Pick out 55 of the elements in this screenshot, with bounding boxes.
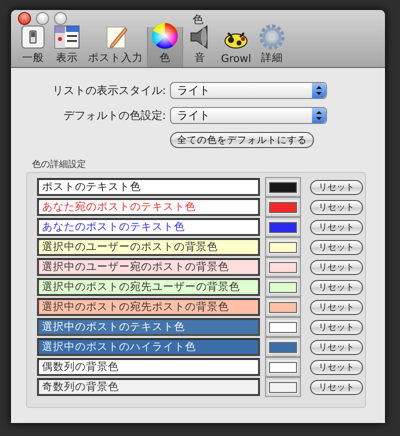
window-title: 色 [192,12,204,27]
setting-label: デフォルトの色設定: [62,108,166,123]
reset-button[interactable]: リセット [310,180,363,194]
color-well[interactable] [266,198,300,216]
toolbar-tab[interactable]: 音 [183,27,217,67]
text-preview: あなたのポストのテキスト色 [37,218,260,236]
group-title: 色の詳細設定 [32,158,87,171]
reset-button[interactable]: リセット [310,360,363,374]
color-wheel-icon [151,22,179,50]
color-well[interactable] [266,278,300,296]
reset-button[interactable]: リセット [310,200,363,214]
reset-button[interactable]: リセット [310,380,363,394]
color-well[interactable] [266,318,300,336]
gear-icon [259,24,286,50]
reset-all-button[interactable]: 全ての色をデフォルトにする [170,132,314,148]
minimize-button[interactable] [36,12,49,25]
text-preview: 選択中のポストの宛先ユーザーの背景色 [37,278,260,296]
text-preview: あなた宛のポストのテキスト色 [37,198,260,216]
reset-button[interactable]: リセット [310,260,363,274]
reset-button[interactable]: リセット [310,300,363,314]
color-well[interactable] [266,378,300,396]
reset-button[interactable]: リセット [310,220,363,234]
color-well[interactable] [266,178,300,196]
color-well[interactable] [266,298,300,316]
dropdown-arrows-icon [312,83,326,98]
toolbar-tab[interactable]: Growl [217,27,256,67]
toolbar-tab[interactable]: ポスト入力 [84,27,147,67]
dropdown-arrows-icon [312,108,326,123]
toolbar-tab[interactable]: 一般 [16,27,50,67]
toolbar-tab[interactable]: 詳細 [255,27,290,67]
text-preview: 選択中のポストのテキスト色 [37,318,260,336]
style-dropdown[interactable]: ライト [170,107,327,124]
switch-icon [20,24,46,50]
window-icon [54,24,80,50]
text-preview: 選択中のポストの宛先ポストの背景色 [37,298,260,316]
reset-button[interactable]: リセット [310,340,363,354]
text-preview: 選択中のポストのハイライト色 [37,338,260,356]
zoom-button[interactable] [54,12,67,25]
text-preview: ポストのテキスト色 [37,178,260,196]
text-preview: 偶数列の背景色 [37,358,260,376]
close-button[interactable] [18,12,31,25]
setting-label: リストの表示スタイル: [51,83,166,98]
style-dropdown[interactable]: ライト [170,82,327,99]
color-well[interactable] [266,358,300,376]
toolbar-tab[interactable]: 表示 [50,27,84,67]
reset-button[interactable]: リセット [310,240,363,254]
color-well[interactable] [266,338,300,356]
text-preview: 奇数列の背景色 [37,378,260,396]
color-well[interactable] [266,258,300,276]
reset-button[interactable]: リセット [310,280,363,294]
text-preview: 選択中のユーザー宛のポストの背景色 [37,258,260,276]
text-preview: 選択中のユーザーのポストの背景色 [37,238,260,256]
color-well[interactable] [266,218,300,236]
color-well[interactable] [266,238,300,256]
reset-button[interactable]: リセット [310,320,363,334]
